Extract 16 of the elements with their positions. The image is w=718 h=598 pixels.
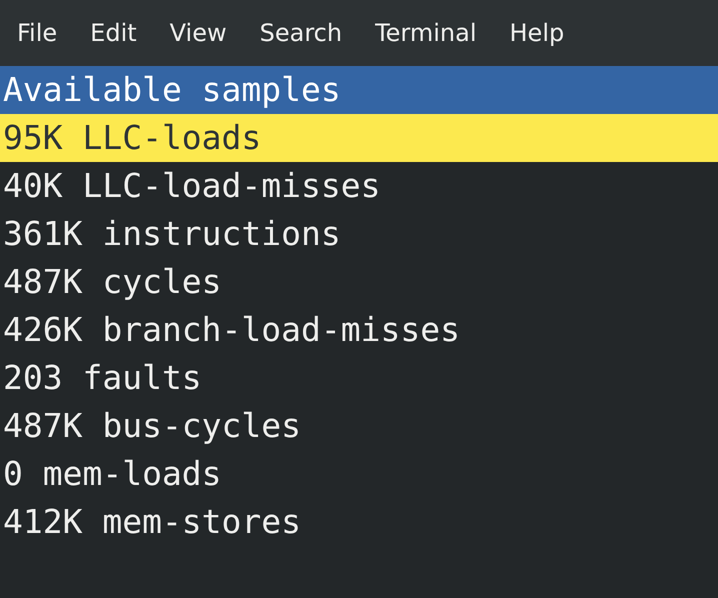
sample-row[interactable]: 95K LLC-loads (0, 114, 718, 162)
sample-row[interactable]: 426K branch-load-misses (0, 306, 718, 354)
sample-row[interactable]: 0 mem-loads (0, 450, 718, 498)
menu-item[interactable]: Edit (73, 19, 153, 47)
menu-item[interactable]: Search (242, 19, 358, 47)
menu-item[interactable]: File (0, 19, 74, 47)
menu-item[interactable]: Help (492, 19, 580, 47)
sample-row[interactable]: 412K mem-stores (0, 498, 718, 546)
sample-row[interactable]: 40K LLC-load-misses (0, 162, 718, 210)
list-header: Available samples (0, 66, 718, 114)
menu-item[interactable]: Terminal (358, 19, 492, 47)
sample-row[interactable]: 361K instructions (0, 210, 718, 258)
menu-item[interactable]: View (152, 19, 243, 47)
sample-row[interactable]: 487K cycles (0, 258, 718, 306)
sample-row[interactable]: 203 faults (0, 354, 718, 402)
sample-row[interactable]: 487K bus-cycles (0, 402, 718, 450)
